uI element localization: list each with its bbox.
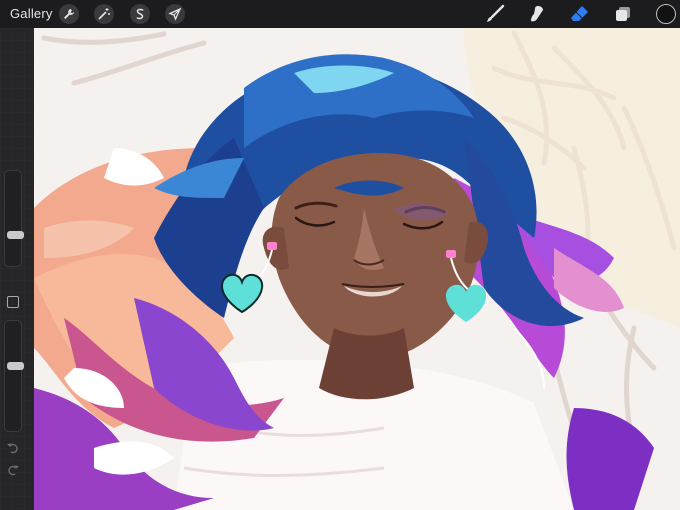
arrow-cursor-icon[interactable] xyxy=(165,4,185,24)
smudge-icon[interactable] xyxy=(526,4,548,24)
top-toolbar: Gallery xyxy=(0,0,680,28)
illustration xyxy=(34,28,680,510)
sidebar-grid xyxy=(0,28,34,510)
magic-wand-icon[interactable] xyxy=(94,4,114,24)
selection-s-icon[interactable] xyxy=(130,4,150,24)
color-swatch[interactable] xyxy=(656,4,676,24)
opacity-slider[interactable] xyxy=(4,320,24,432)
opacity-thumb[interactable] xyxy=(7,362,24,371)
wrench-icon[interactable] xyxy=(59,4,79,24)
brush-size-slider[interactable] xyxy=(4,170,24,267)
gallery-button[interactable]: Gallery xyxy=(10,6,53,21)
undo-icon[interactable] xyxy=(6,440,20,454)
eraser-icon[interactable] xyxy=(568,4,590,24)
layers-icon[interactable] xyxy=(612,4,634,24)
drawing-canvas[interactable] xyxy=(34,28,680,510)
redo-icon[interactable] xyxy=(6,462,20,476)
brush-size-thumb[interactable] xyxy=(7,231,24,240)
modify-square-icon[interactable] xyxy=(7,296,19,308)
left-sidebar xyxy=(0,28,34,510)
brush-icon[interactable] xyxy=(484,4,506,24)
